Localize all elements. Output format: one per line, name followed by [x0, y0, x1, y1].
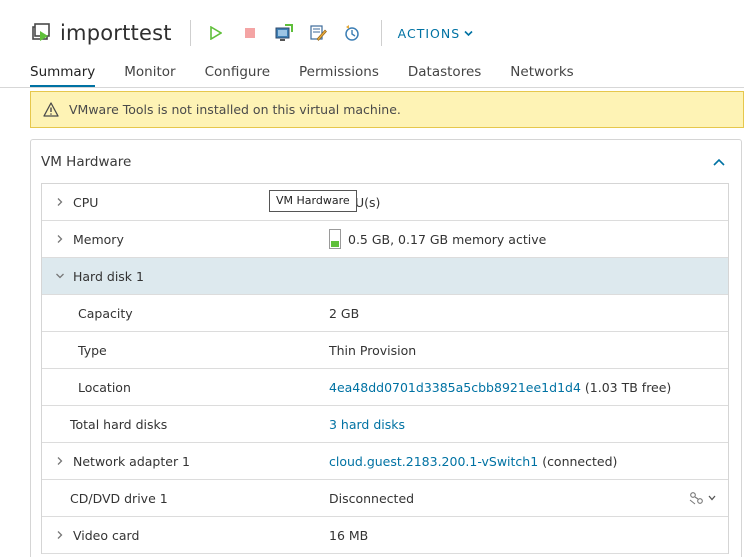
tab-configure[interactable]: Configure	[205, 60, 270, 88]
cpu-value-text: U(s)	[355, 194, 381, 210]
tools-warning-banner: VMware Tools is not installed on this vi…	[30, 91, 744, 128]
hardware-table: CPU U(s) Memory 0.5 GB, 0.17 GB memory a…	[41, 183, 729, 554]
chevron-up-icon[interactable]	[711, 154, 727, 170]
warning-text: VMware Tools is not installed on this vi…	[69, 102, 401, 117]
total-disks-value: 3 hard disks	[329, 417, 405, 432]
network-adapter-value: cloud.guest.2183.200.1-vSwitch1 (connect…	[329, 454, 617, 469]
memory-value-text: 0.5 GB, 0.17 GB memory active	[348, 231, 547, 247]
location-value: 4ea48dd0701d3385a5cbb8921ee1d1d4 (1.03 T…	[329, 380, 671, 395]
video-card-label: Video card	[73, 527, 140, 543]
tab-permissions[interactable]: Permissions	[299, 60, 379, 88]
total-disks-label: Total hard disks	[70, 416, 168, 432]
chevron-right-icon[interactable]	[55, 197, 65, 207]
table-row-network-adapter: Network adapter 1 cloud.guest.2183.200.1…	[42, 443, 728, 480]
datastore-link[interactable]: 4ea48dd0701d3385a5cbb8921ee1d1d4	[329, 380, 581, 395]
type-label: Type	[78, 342, 107, 358]
tab-datastores[interactable]: Datastores	[408, 60, 481, 88]
chevron-right-icon[interactable]	[55, 456, 65, 466]
table-row-memory: Memory 0.5 GB, 0.17 GB memory active	[42, 221, 728, 258]
warning-icon	[43, 102, 59, 118]
memory-usage-bar	[329, 229, 341, 249]
capacity-label: Capacity	[78, 305, 133, 321]
actions-menu-button[interactable]: ACTIONS	[398, 26, 474, 41]
snapshot-icon	[344, 25, 359, 41]
launch-console-button[interactable]	[273, 22, 295, 44]
cdrom-value: Disconnected	[329, 490, 415, 506]
power-off-button[interactable]	[239, 22, 261, 44]
vm-name: importtest	[60, 21, 172, 45]
header-divider-2	[380, 20, 382, 46]
table-row-hard-disk[interactable]: Hard disk 1	[42, 258, 728, 295]
tabs-divider	[0, 87, 744, 88]
capacity-value: 2 GB	[329, 305, 360, 321]
network-status-text: (connected)	[542, 453, 618, 469]
card-title: VM Hardware	[41, 154, 132, 170]
cpu-label: CPU	[73, 194, 99, 210]
tab-bar: Summary Monitor Configure Permissions Da…	[30, 60, 603, 88]
table-row-cdrom: CD/DVD drive 1 Disconnected	[42, 480, 728, 517]
chevron-right-icon[interactable]	[55, 234, 65, 244]
table-row-location: Location 4ea48dd0701d3385a5cbb8921ee1d1d…	[42, 369, 728, 406]
disconnected-plug-icon	[689, 492, 703, 505]
power-off-icon	[244, 28, 255, 38]
vm-icon	[30, 22, 52, 44]
tooltip: VM Hardware	[269, 190, 357, 212]
memory-usage-fill	[331, 240, 339, 247]
launch-console-icon	[275, 24, 293, 41]
actions-label: ACTIONS	[397, 25, 461, 41]
tab-networks[interactable]: Networks	[510, 60, 573, 88]
cdrom-connect-dropdown[interactable]	[689, 491, 716, 505]
chevron-right-icon[interactable]	[55, 530, 65, 540]
tab-monitor[interactable]: Monitor	[124, 60, 175, 88]
edit-settings-icon	[310, 25, 327, 41]
network-link[interactable]: cloud.guest.2183.200.1-vSwitch1	[329, 454, 538, 469]
hard-disk-label: Hard disk 1	[73, 268, 144, 284]
chevron-down-icon[interactable]	[55, 271, 65, 281]
table-row-cpu: CPU U(s)	[42, 184, 728, 221]
datastore-free-text: (1.03 TB free)	[584, 379, 672, 395]
power-on-icon	[209, 26, 222, 40]
table-row-total-disks: Total hard disks 3 hard disks	[42, 406, 728, 443]
table-row-capacity: Capacity 2 GB	[42, 295, 728, 332]
snapshot-button[interactable]	[341, 22, 363, 44]
power-on-button[interactable]	[205, 22, 227, 44]
location-label: Location	[78, 379, 131, 395]
network-adapter-label: Network adapter 1	[73, 453, 191, 469]
cdrom-label: CD/DVD drive 1	[70, 490, 168, 506]
chevron-down-icon	[464, 30, 473, 36]
edit-settings-button[interactable]	[307, 22, 329, 44]
video-card-value: 16 MB	[329, 527, 369, 543]
memory-label: Memory	[73, 231, 124, 247]
tab-summary[interactable]: Summary	[30, 60, 96, 88]
chevron-down-icon	[708, 495, 716, 501]
type-value: Thin Provision	[329, 342, 417, 358]
hard-disks-link[interactable]: 3 hard disks	[329, 417, 405, 432]
memory-value: 0.5 GB, 0.17 GB memory active	[329, 229, 546, 249]
vm-header: importtest ACTIONS	[30, 18, 730, 48]
table-row-video-card: Video card 16 MB	[42, 517, 728, 554]
header-divider	[189, 20, 191, 46]
table-row-type: Type Thin Provision	[42, 332, 728, 369]
